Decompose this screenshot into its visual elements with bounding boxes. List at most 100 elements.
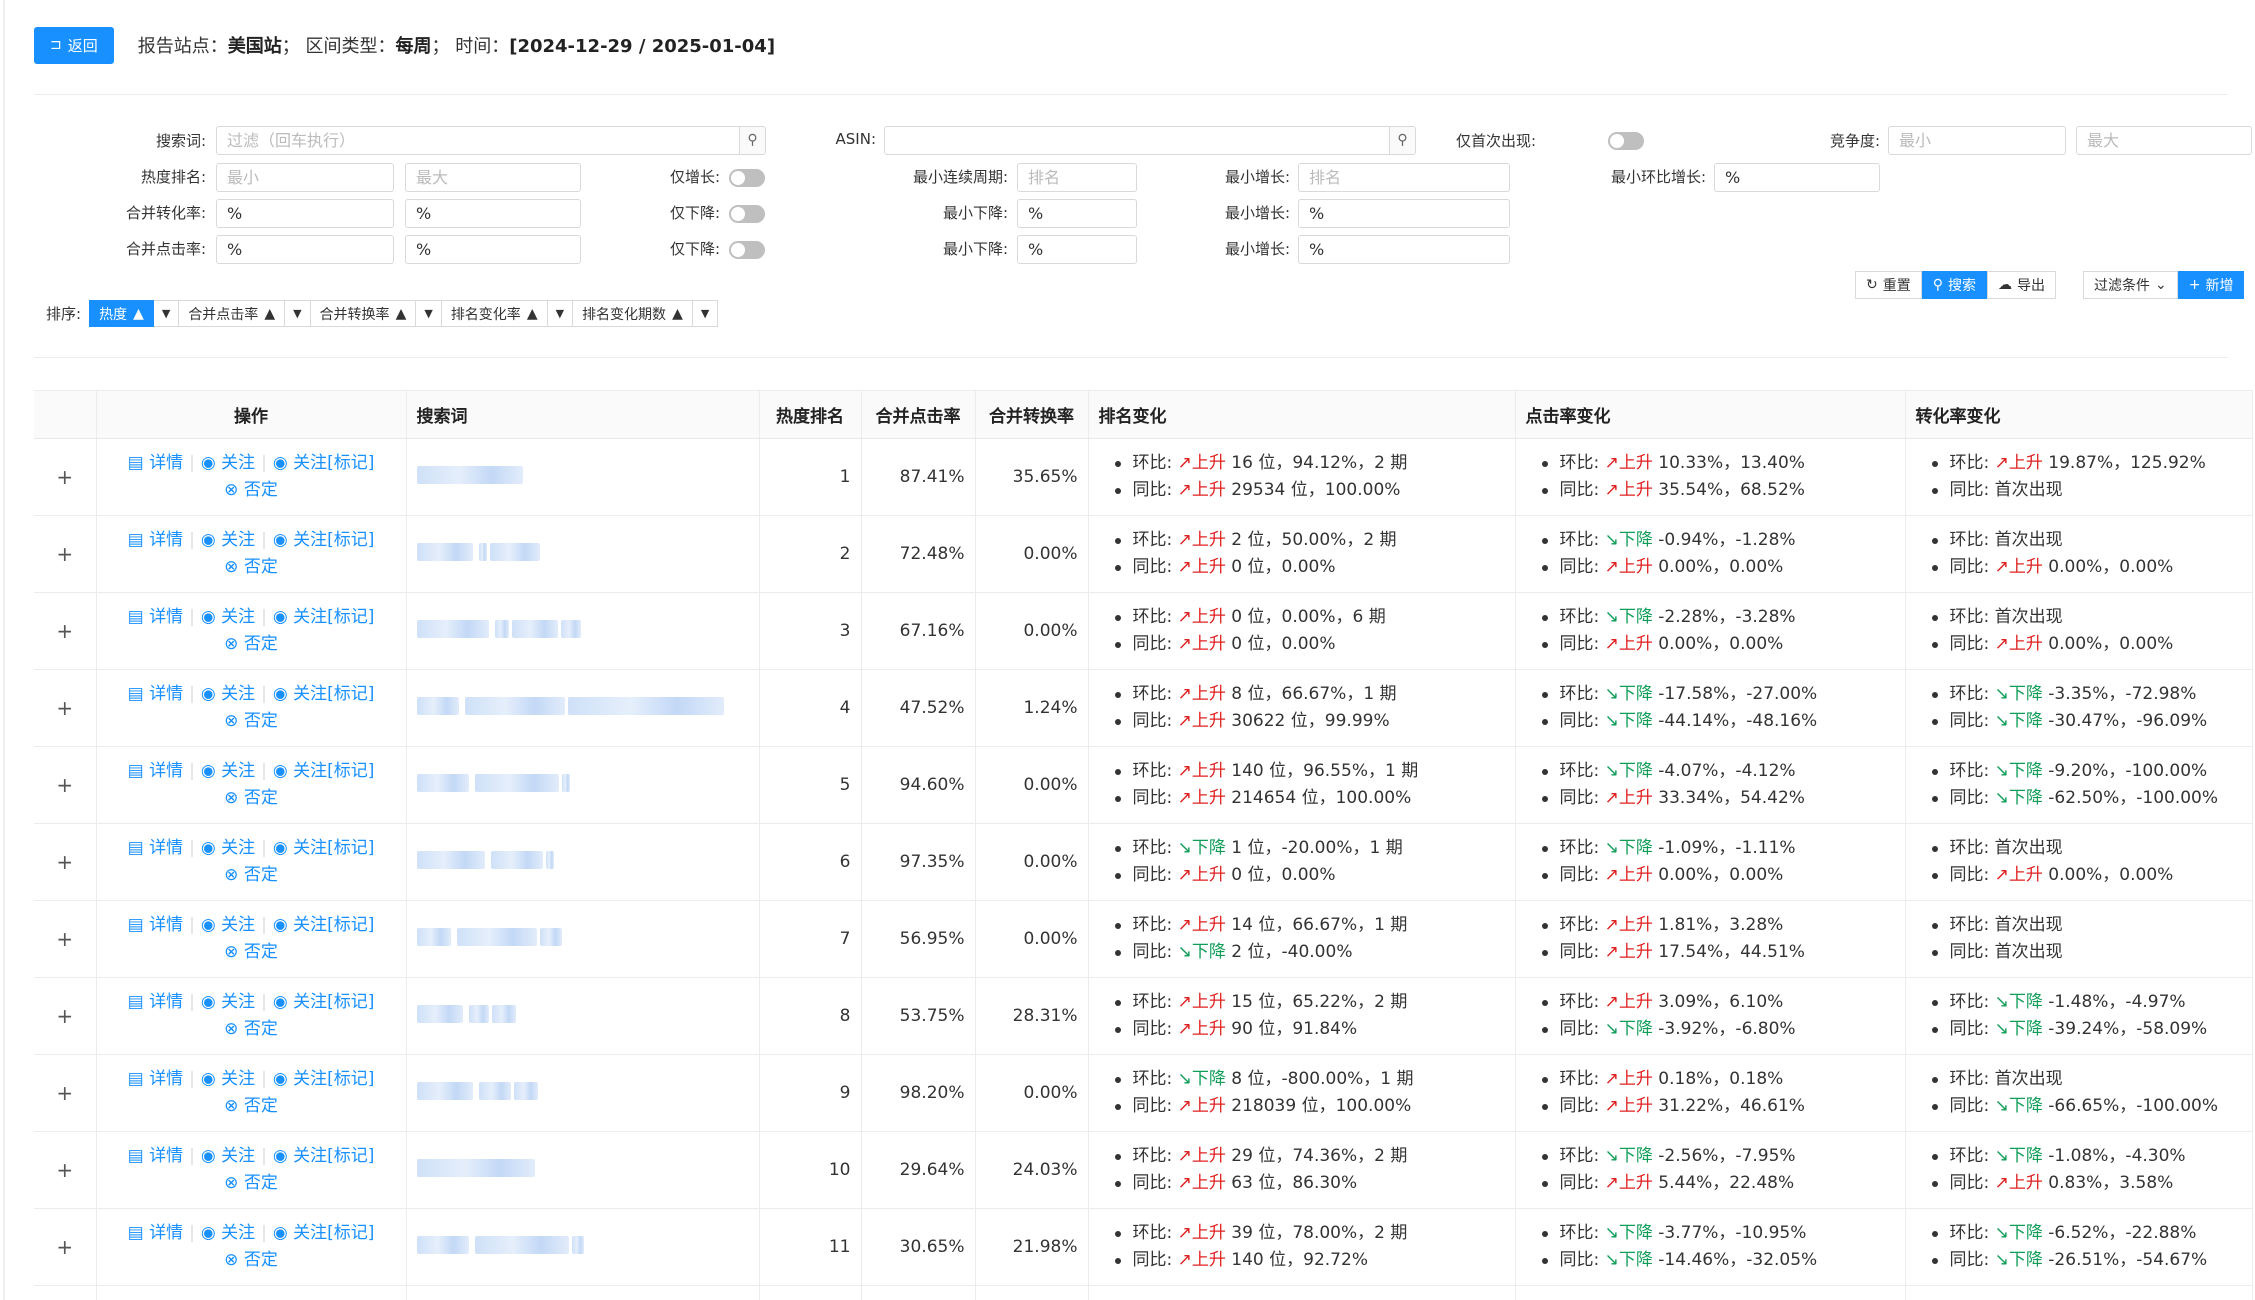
follow-link[interactable]: ◉ 关注: [201, 992, 255, 1012]
asin-input[interactable]: ⚲: [884, 126, 1416, 155]
keyword-search-input[interactable]: 过滤（回车执行） ⚲: [216, 126, 766, 155]
expand-row-icon[interactable]: +: [34, 977, 97, 1055]
keyword-cell[interactable]: [406, 669, 760, 747]
first-appear-switch[interactable]: [1608, 132, 1644, 150]
expand-row-icon[interactable]: +: [34, 438, 97, 516]
expand-row-icon[interactable]: +: [34, 592, 97, 670]
keyword-cell[interactable]: [406, 1131, 760, 1209]
detail-link[interactable]: ▤ 详情: [128, 1069, 183, 1089]
keyword-cell[interactable]: [406, 746, 760, 824]
reject-link[interactable]: ⊗ 否定: [224, 788, 278, 808]
heat-rank-min-input[interactable]: 最小: [216, 163, 394, 192]
reject-link[interactable]: ⊗ 否定: [224, 942, 278, 962]
reject-link[interactable]: ⊗ 否定: [224, 1019, 278, 1039]
reject-link[interactable]: ⊗ 否定: [224, 557, 278, 577]
add-button[interactable]: + 新增: [2177, 271, 2245, 299]
conv-max-input[interactable]: %: [405, 199, 581, 228]
conv-min-input[interactable]: %: [216, 199, 394, 228]
sort-ctr-dropdown[interactable]: ▼: [285, 300, 311, 327]
expand-row-icon[interactable]: +: [34, 900, 97, 978]
only-decrease-switch[interactable]: [729, 205, 765, 223]
min-decrease-input-2[interactable]: %: [1017, 235, 1137, 264]
follow-link[interactable]: ◉ 关注: [201, 684, 255, 704]
sort-heat-button[interactable]: 热度 ▲: [89, 300, 154, 327]
follow-mark-link[interactable]: ◉ 关注[标记]: [273, 530, 375, 550]
keyword-cell[interactable]: [406, 977, 760, 1055]
keyword-cell[interactable]: [406, 1208, 760, 1286]
filter-conditions-dropdown[interactable]: 过滤条件 ⌄: [2083, 271, 2178, 299]
sort-cvr-button[interactable]: 合并转换率 ▲: [310, 300, 417, 327]
heat-rank-max-input[interactable]: 最大: [405, 163, 581, 192]
ctr-max-input[interactable]: %: [405, 235, 581, 264]
follow-link[interactable]: ◉ 关注: [201, 1069, 255, 1089]
keyword-cell[interactable]: [406, 438, 760, 516]
expand-row-icon[interactable]: +: [34, 1285, 97, 1300]
reset-button[interactable]: ↻ 重置: [1855, 271, 1922, 299]
detail-link[interactable]: ▤ 详情: [128, 1146, 183, 1166]
follow-mark-link[interactable]: ◉ 关注[标记]: [273, 1069, 375, 1089]
detail-link[interactable]: ▤ 详情: [128, 915, 183, 935]
column-header[interactable]: 热度排名: [759, 390, 862, 439]
sort-rank-change-dropdown[interactable]: ▼: [547, 300, 574, 327]
detail-link[interactable]: ▤ 详情: [128, 684, 183, 704]
expand-row-icon[interactable]: +: [34, 823, 97, 901]
reject-link[interactable]: ⊗ 否定: [224, 865, 278, 885]
min-growth-input-2[interactable]: %: [1298, 235, 1510, 264]
follow-mark-link[interactable]: ◉ 关注[标记]: [273, 607, 375, 627]
reject-link[interactable]: ⊗ 否定: [224, 711, 278, 731]
only-increase-switch[interactable]: [729, 169, 765, 187]
competition-max-input[interactable]: 最大: [2076, 126, 2252, 155]
sort-heat-dropdown[interactable]: ▼: [153, 300, 180, 327]
reject-link[interactable]: ⊗ 否定: [224, 634, 278, 654]
reject-link[interactable]: ⊗ 否定: [224, 1173, 278, 1193]
export-button[interactable]: ☁ 导出: [1987, 271, 2056, 299]
column-header[interactable]: 合并点击率: [861, 390, 976, 439]
sort-rank-periods-button[interactable]: 排名变化期数 ▲: [573, 300, 693, 327]
follow-link[interactable]: ◉ 关注: [201, 838, 255, 858]
ctr-min-input[interactable]: %: [216, 235, 394, 264]
min-mom-growth-input[interactable]: %: [1714, 163, 1880, 192]
keyword-cell[interactable]: [406, 515, 760, 593]
min-growth-rank-input[interactable]: 排名: [1298, 163, 1510, 192]
follow-link[interactable]: ◉ 关注: [201, 915, 255, 935]
detail-link[interactable]: ▤ 详情: [128, 761, 183, 781]
min-growth-input[interactable]: %: [1298, 199, 1510, 228]
reject-link[interactable]: ⊗ 否定: [224, 480, 278, 500]
follow-link[interactable]: ◉ 关注: [201, 761, 255, 781]
follow-link[interactable]: ◉ 关注: [201, 530, 255, 550]
keyword-cell[interactable]: [406, 1285, 760, 1300]
sort-rank-periods-dropdown[interactable]: ▼: [692, 300, 719, 327]
back-button[interactable]: ⊐ 返回: [34, 26, 114, 64]
search-button[interactable]: ⚲ 搜索: [1921, 271, 1987, 299]
expand-row-icon[interactable]: +: [34, 1054, 97, 1132]
follow-link[interactable]: ◉ 关注: [201, 1223, 255, 1243]
expand-row-icon[interactable]: +: [34, 746, 97, 824]
follow-mark-link[interactable]: ◉ 关注[标记]: [273, 915, 375, 935]
detail-link[interactable]: ▤ 详情: [128, 1223, 183, 1243]
detail-link[interactable]: ▤ 详情: [128, 607, 183, 627]
follow-mark-link[interactable]: ◉ 关注[标记]: [273, 1223, 375, 1243]
expand-row-icon[interactable]: +: [34, 669, 97, 747]
keyword-cell[interactable]: [406, 592, 760, 670]
detail-link[interactable]: ▤ 详情: [128, 992, 183, 1012]
detail-link[interactable]: ▤ 详情: [128, 530, 183, 550]
follow-mark-link[interactable]: ◉ 关注[标记]: [273, 1146, 375, 1166]
search-icon[interactable]: ⚲: [739, 127, 765, 154]
follow-mark-link[interactable]: ◉ 关注[标记]: [273, 992, 375, 1012]
sort-ctr-button[interactable]: 合并点击率 ▲: [179, 300, 286, 327]
keyword-cell[interactable]: [406, 900, 760, 978]
follow-link[interactable]: ◉ 关注: [201, 607, 255, 627]
expand-row-icon[interactable]: +: [34, 515, 97, 593]
column-header[interactable]: 合并转换率: [975, 390, 1089, 439]
follow-link[interactable]: ◉ 关注: [201, 453, 255, 473]
sort-rank-change-button[interactable]: 排名变化率 ▲: [441, 300, 548, 327]
reject-link[interactable]: ⊗ 否定: [224, 1250, 278, 1270]
follow-link[interactable]: ◉ 关注: [201, 1146, 255, 1166]
detail-link[interactable]: ▤ 详情: [128, 453, 183, 473]
follow-mark-link[interactable]: ◉ 关注[标记]: [273, 684, 375, 704]
follow-mark-link[interactable]: ◉ 关注[标记]: [273, 761, 375, 781]
keyword-cell[interactable]: [406, 823, 760, 901]
competition-min-input[interactable]: 最小: [1888, 126, 2066, 155]
min-decrease-input[interactable]: %: [1017, 199, 1137, 228]
reject-link[interactable]: ⊗ 否定: [224, 1096, 278, 1116]
